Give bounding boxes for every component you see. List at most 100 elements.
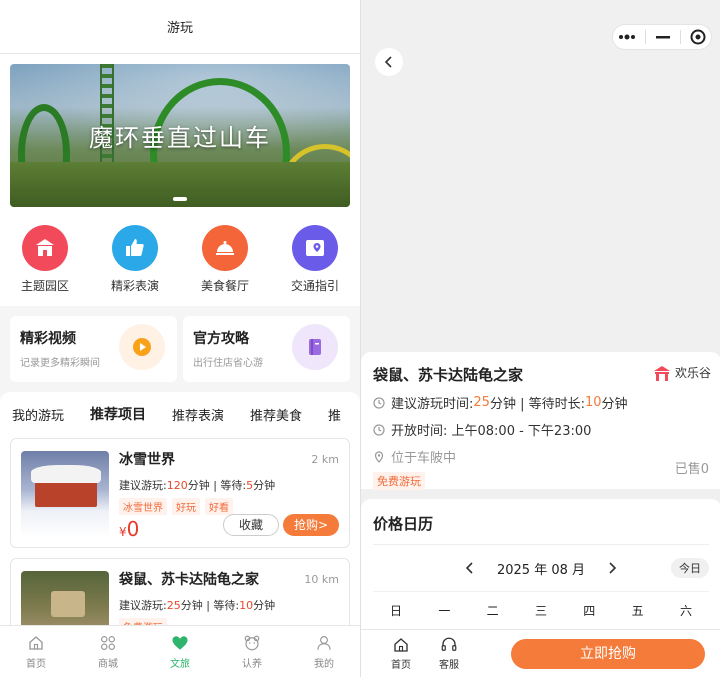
duration-play: 25 [473,395,490,410]
brand-tag: 欢乐谷 [653,364,711,381]
banner-title: 魔环垂直过山车 [89,124,271,152]
project-card[interactable]: 冰雪世界 2 km 建议游玩:120分钟 | 等待:5分钟 冰雪世界 好玩 好看… [10,438,350,548]
today-button[interactable]: 今日 [671,558,709,578]
tag: 冰雪世界 [119,498,167,515]
tab-more[interactable]: 推 [328,405,341,424]
more-icon[interactable] [618,33,636,41]
duration-suffix: 分钟 [601,397,628,412]
price-value: 0 [126,517,140,541]
project-distance: 10 km [304,573,339,586]
tag: 好看 [205,498,233,515]
nav-bar: 游玩 [0,0,360,54]
tab-recommended-shows[interactable]: 推荐表演 [172,405,224,424]
weekday: 三 [534,604,547,618]
nav-label: 文旅 [170,658,190,670]
tab-bar: 我的游玩 推荐项目 推荐表演 推荐美食 推 [0,400,360,428]
project-desc: 建议游玩:25分钟 | 等待:10分钟 [119,597,339,613]
back-button[interactable] [375,48,403,76]
nav-label: 首页 [26,658,46,670]
quick-label: 精彩表演 [110,279,159,293]
home-icon [394,638,408,652]
wait-minutes: 10 [239,599,254,612]
desc-mid: 分钟 | 等待: [187,479,247,492]
quick-item-food[interactable]: 美食餐厅 [190,225,260,294]
weekday: 六 [679,604,692,618]
nav-adopt[interactable]: 认养 [227,634,277,670]
desc-mid: 分钟 | 等待: [180,599,240,612]
nav-mine[interactable]: 我的 [299,634,349,670]
free-tag: 免费游玩 [373,472,425,490]
guide-card[interactable]: 官方攻略 出行住店省心游 [183,316,350,382]
favorite-button[interactable]: 收藏 [223,514,279,536]
calendar-title: 价格日历 [373,513,709,545]
quick-menu: 主题园区 精彩表演 美食餐厅 交通指引 [0,207,360,306]
weekday: 一 [438,604,451,618]
tab-recommended-food[interactable]: 推荐美食 [250,405,302,424]
food-cover-icon [202,225,248,271]
month-switcher: 2025 年 08 月 今日 [373,545,709,591]
service-label: 客服 [439,660,459,671]
grid-icon [101,635,115,650]
open-time-row: 开放时间: 上午08:00 - 下午23:00 [373,420,709,439]
gate-icon [22,225,68,271]
capsule-divider [645,30,647,44]
current-month: 2025 年 08 月 [496,562,586,578]
buy-now-button[interactable]: 立即抢购 [511,639,705,669]
location: 位于车陂中 [391,451,457,466]
nav-mall[interactable]: 商城 [83,634,133,670]
home-icon [29,635,43,650]
tab-my-play[interactable]: 我的游玩 [12,405,64,424]
root: 游玩 魔环垂直过山车 主题园区 精彩表演 美食餐厅 交通指引 精彩视频 记录更多… [0,0,720,677]
right-panel: 袋鼠、苏卡达陆龟之家 欢乐谷 建议游玩时间: 25 分钟 | 等待时长: 10 分钟 开… [360,0,720,677]
nav-label: 认养 [242,658,262,670]
quick-item-shows[interactable]: 精彩表演 [100,225,170,294]
thumbnail-hut [51,591,85,617]
nav-home[interactable]: 首页 [11,634,61,670]
nav-label: 商城 [98,658,118,670]
home-button[interactable]: 首页 [377,636,425,671]
quick-label: 交通指引 [290,279,339,293]
project-name: 冰雪世界 [119,452,175,468]
video-card[interactable]: 精彩视频 记录更多精彩瞬间 [10,316,177,382]
project-thumbnail [21,451,109,537]
banner[interactable]: 魔环垂直过山车 [10,64,350,207]
duration-row: 建议游玩时间: 25 分钟 | 等待时长: 10 分钟 [373,393,709,412]
headset-icon [441,637,457,651]
left-panel: 游玩 魔环垂直过山车 主题园区 精彩表演 美食餐厅 交通指引 精彩视频 记录更多… [0,0,360,677]
map-pin-icon [292,225,338,271]
tag-list: 冰雪世界 好玩 好看 [119,498,339,515]
nav-culture-travel[interactable]: 文旅 [155,634,205,670]
price-calendar: 价格日历 2025 年 08 月 今日 日 一 二 三 四 五 六 [361,499,720,639]
chevron-right-icon[interactable] [605,561,619,575]
weekday: 日 [389,604,402,618]
service-button[interactable]: 客服 [425,636,473,671]
weekday: 五 [631,604,644,618]
bottom-nav: 首页 商城 文旅 认养 我的 [0,625,360,677]
page-title: 游玩 [166,21,193,36]
location-pin-icon [374,450,384,463]
desc-suffix: 分钟 [253,479,276,492]
capsule-divider [679,30,681,44]
play-minutes: 25 [166,599,181,612]
project-desc: 建议游玩:120分钟 | 等待:5分钟 [119,477,339,493]
tag: 好玩 [172,498,200,515]
close-target-icon[interactable] [690,29,706,45]
banner-area: 魔环垂直过山车 [0,54,360,207]
tab-recommended-projects[interactable]: 推荐项目 [90,404,146,424]
weekday: 四 [583,604,596,618]
nav-label: 我的 [314,658,334,670]
clock-icon [373,396,385,409]
duration-mid: 分钟 | 等待时长: [489,397,585,412]
chevron-left-icon[interactable] [463,561,477,575]
buy-button[interactable]: 抢购> [283,514,339,536]
bear-icon [244,635,260,650]
feature-cards: 精彩视频 记录更多精彩瞬间 官方攻略 出行住店省心游 [0,306,360,382]
banner-indicator [173,197,187,201]
quick-item-theme-park[interactable]: 主题园区 [10,225,80,294]
thumbs-up-icon [112,225,158,271]
brand-name: 欢乐谷 [674,366,711,380]
sold-count: 已售0 [674,462,709,477]
minimize-icon[interactable] [655,35,670,39]
quick-item-traffic[interactable]: 交通指引 [280,225,350,294]
play-minutes: 120 [166,479,188,492]
